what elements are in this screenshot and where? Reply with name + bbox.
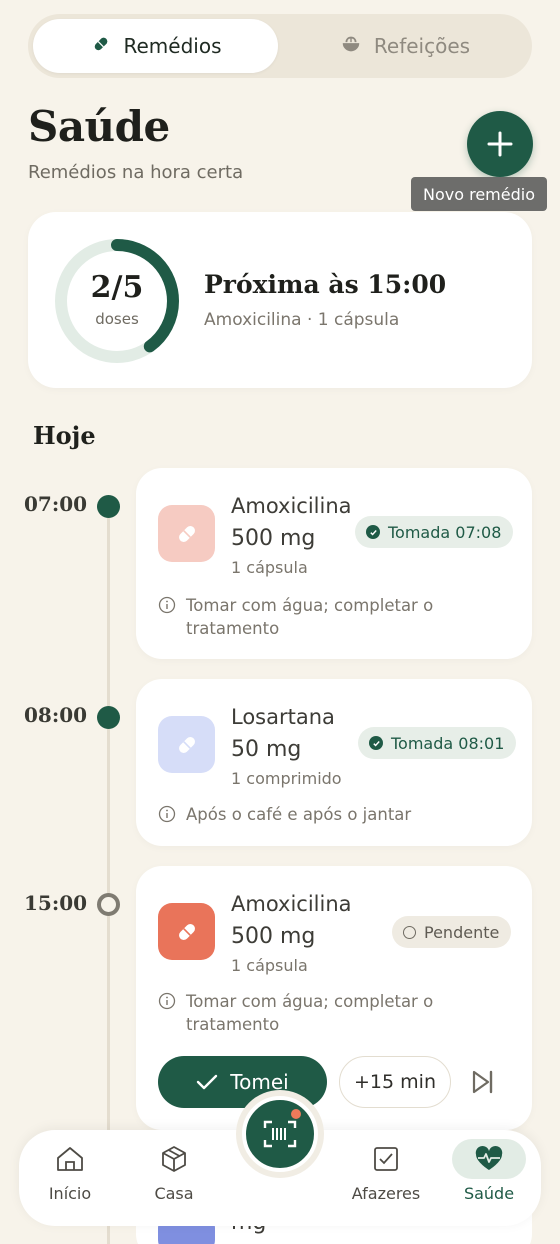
medication-card[interactable]: Losartana 50 mg 1 comprimido Tomada 08:0…: [136, 679, 532, 846]
medication-dose: 500 mg: [231, 924, 316, 949]
pill-icon: [158, 505, 215, 562]
medication-note: Tomar com água; completar o tratamento: [158, 594, 518, 640]
tab-refeicoes[interactable]: Refeições: [283, 19, 527, 73]
snooze-button[interactable]: +15 min: [339, 1056, 451, 1108]
timeline-dot-taken: [97, 706, 120, 729]
doses-taken-count: 2/5: [90, 270, 144, 305]
info-icon: [158, 596, 176, 614]
home-icon: [55, 1144, 85, 1174]
dose-summary-card: 2/5 doses Próxima às 15:00 Amoxicilina ·…: [28, 212, 532, 388]
nav-item-inicio[interactable]: Início: [25, 1144, 115, 1216]
page-title: Saúde: [28, 102, 170, 151]
nav-label: Saúde: [463, 1184, 515, 1203]
nav-item-casa[interactable]: Casa: [129, 1144, 219, 1216]
info-icon: [158, 992, 176, 1010]
checkbox-icon: [371, 1144, 401, 1174]
medication-name: Losartana: [231, 705, 335, 729]
check-icon: [366, 525, 380, 539]
section-title-today: Hoje: [33, 421, 96, 450]
medication-note: Após o café e após o jantar: [158, 803, 518, 826]
pending-circle-icon: [403, 925, 416, 939]
medication-note: Tomar com água; completar o tratamento: [158, 990, 518, 1036]
nav-label: Casa: [154, 1184, 194, 1203]
nav-label: Início: [48, 1184, 92, 1203]
status-badge: Tomada 07:08: [355, 516, 514, 548]
nav-item-afazeres[interactable]: Afazeres: [341, 1144, 431, 1216]
note-text: Após o café e após o jantar: [186, 805, 412, 824]
heartbeat-icon: [452, 1139, 526, 1179]
medication-name: Amoxicilina: [231, 494, 352, 518]
skip-button[interactable]: [468, 1066, 498, 1098]
medication-dose: 500 mg: [231, 526, 316, 551]
nav-item-saude[interactable]: Saúde: [444, 1139, 534, 1216]
medication-card-pending[interactable]: Amoxicilina 500 mg 1 cápsula Pendente To…: [136, 866, 532, 1130]
timeline-dot-pending: [97, 893, 120, 916]
timeline-dot-taken: [97, 495, 120, 518]
segmented-tabs: Remédios Refeições: [28, 14, 532, 78]
add-medication-button[interactable]: [467, 111, 533, 177]
notification-dot: [291, 1109, 301, 1119]
timeline-time: 07:00: [24, 492, 88, 516]
scan-button-wrap: [236, 1090, 324, 1178]
medication-unit: 1 cápsula: [231, 956, 308, 975]
tab-label: Remédios: [123, 34, 222, 58]
pill-icon: [158, 903, 215, 960]
status-text: Pendente: [424, 922, 500, 942]
medication-card[interactable]: Amoxicilina 500 mg 1 cápsula Tomada 07:0…: [136, 468, 532, 659]
medication-unit: 1 comprimido: [231, 769, 342, 788]
box-icon: [159, 1144, 189, 1174]
next-dose-detail: Amoxicilina · 1 cápsula: [204, 310, 400, 330]
medication-name: Amoxicilina: [231, 892, 352, 916]
nav-label: Afazeres: [351, 1184, 421, 1203]
plus-icon: [487, 131, 513, 157]
timeline-time: 08:00: [24, 703, 88, 727]
doses-label: doses: [95, 310, 139, 328]
info-icon: [158, 805, 176, 823]
medication-unit: 1 cápsula: [231, 558, 308, 577]
status-badge: Pendente: [392, 916, 512, 948]
tab-remedios[interactable]: Remédios: [33, 19, 278, 73]
timeline-time: 15:00: [24, 891, 88, 915]
barcode-scan-icon: [263, 1120, 297, 1148]
note-text: Tomar com água; completar o tratamento: [186, 992, 434, 1034]
check-icon: [197, 1074, 218, 1090]
page-subtitle: Remédios na hora certa: [28, 162, 244, 183]
medication-dose: 50 mg: [231, 737, 302, 762]
bowl-icon: [340, 33, 362, 60]
pill-icon: [90, 33, 112, 60]
add-medication-tooltip: Novo remédio: [411, 177, 547, 211]
scan-button[interactable]: [242, 1096, 318, 1172]
note-text: Tomar com água; completar o tratamento: [186, 596, 434, 638]
status-text: Tomada 08:01: [391, 733, 505, 753]
next-dose-title: Próxima às 15:00: [204, 270, 447, 299]
check-icon: [369, 736, 383, 750]
status-badge: Tomada 08:01: [358, 727, 517, 759]
skip-next-icon: [472, 1070, 493, 1094]
pill-icon: [158, 716, 215, 773]
tab-label: Refeições: [373, 34, 471, 58]
status-text: Tomada 07:08: [388, 522, 502, 542]
